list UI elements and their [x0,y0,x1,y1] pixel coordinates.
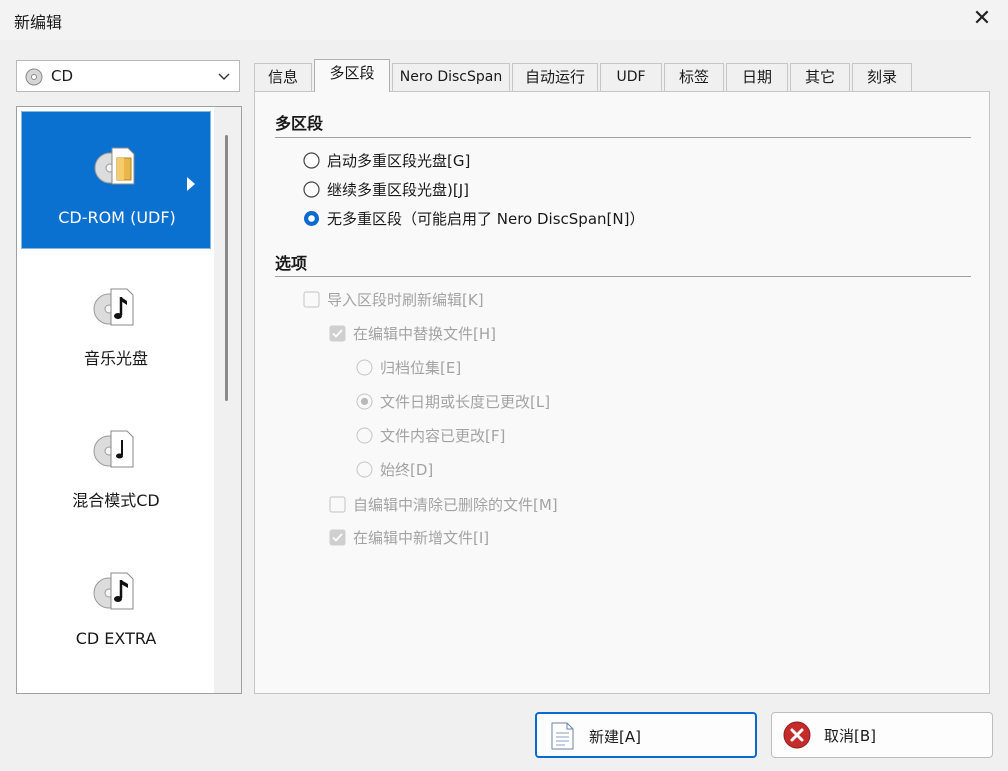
checkbox-unchecked-icon [303,291,320,315]
options-heading: 选项 [275,254,308,273]
title-bar: 新编辑 ✕ [0,0,1008,40]
window-title: 新编辑 [14,13,63,32]
radio-unchecked-icon [303,181,320,205]
new-button[interactable]: 新建[A] [535,712,757,758]
category-audio-cd[interactable]: 音乐光盘 [21,253,211,391]
divider [275,137,971,138]
radio-unchecked-icon [356,461,373,485]
option-label: 在编辑中新增文件[I] [353,529,490,547]
disc-type-value: CD [51,67,74,85]
cancel-button[interactable]: 取消[B] [771,712,993,758]
category-label: CD-ROM (UDF) [58,208,176,227]
checkbox-unchecked-icon [329,496,346,520]
category-cd-rom-udf[interactable]: CD-ROM (UDF) [21,111,211,249]
option-label: 归档位集[E] [380,359,462,377]
tab-label[interactable]: 标签 [664,63,724,91]
tab-dates[interactable]: 日期 [726,63,788,91]
divider [275,276,971,277]
radio-checked-icon [356,393,373,417]
checkbox-checked-icon [329,529,346,553]
cd-music-icon [91,281,141,331]
category-label: 音乐光盘 [83,349,148,368]
option-label: 导入区段时刷新编辑[K] [327,291,484,309]
tab-multisession[interactable]: 多区段 [314,59,390,92]
new-button-label: 新建[A] [589,728,641,746]
compilation-type-list: CD-ROM (UDF) 音乐光盘 混合模式CD CD EXTRA [16,106,242,694]
radio-unchecked-icon [303,152,320,176]
tab-nero-discspan[interactable]: Nero DiscSpan [392,63,510,91]
cancel-button-label: 取消[B] [824,727,876,745]
new-document-icon [547,721,577,755]
cd-extra-icon [91,565,141,615]
tab-burn[interactable]: 刻录 [852,63,912,91]
tab-udf[interactable]: UDF [600,63,662,91]
close-button[interactable]: ✕ [966,4,998,34]
cd-mixed-icon [91,423,141,473]
multisession-heading: 多区段 [275,114,324,133]
cancel-icon [782,720,812,754]
option-label: 无多重区段（可能启用了 Nero DiscSpan[N]） [327,210,645,228]
option-label: 始终[D] [380,461,434,479]
option-label: 继续多重区段光盘)[J] [327,181,469,199]
disc-icon [25,68,43,90]
chevron-down-icon [217,69,231,87]
option-label: 启动多重区段光盘[G] [327,152,471,170]
scrollbar-thumb[interactable] [225,135,228,401]
multisession-tab-page: 多区段 启动多重区段光盘[G] 继续多重区段光盘)[J] 无多重区段（可能启用了… [254,91,990,694]
option-label: 文件日期或长度已更改[L] [380,393,551,411]
tab-info[interactable]: 信息 [254,63,312,91]
disc-type-dropdown[interactable]: CD [16,60,240,92]
option-label: 在编辑中替换文件[H] [353,325,496,343]
tab-misc[interactable]: 其它 [790,63,850,91]
category-label: CD EXTRA [75,629,157,648]
option-label: 文件内容已更改[F] [380,427,506,445]
category-label: 混合模式CD [72,491,160,510]
expand-arrow-icon [186,176,196,196]
category-cd-extra[interactable]: CD EXTRA [21,537,211,675]
category-mixed-mode-cd[interactable]: 混合模式CD [21,395,211,533]
radio-unchecked-icon [356,427,373,451]
cd-folder-icon [92,140,142,190]
tab-autorun[interactable]: 自动运行 [512,63,598,91]
checkbox-checked-icon [329,325,346,349]
option-label: 自编辑中清除已删除的文件[M] [353,496,558,514]
category-scrollbar[interactable] [214,107,241,693]
radio-unchecked-icon [356,359,373,383]
radio-checked-icon [303,210,320,234]
